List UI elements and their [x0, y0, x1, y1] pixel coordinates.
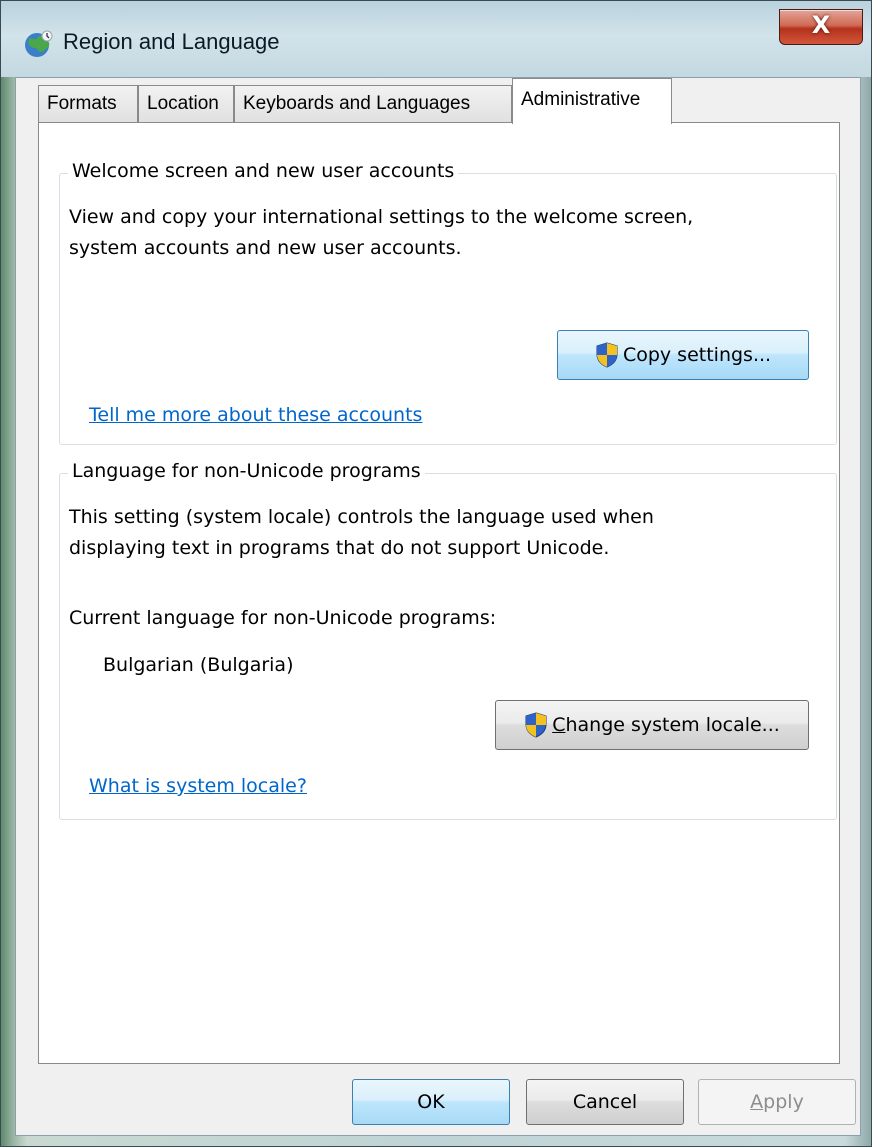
administrative-panel: Welcome screen and new user accounts Vie…: [38, 122, 840, 1064]
apply-text: pply: [763, 1091, 804, 1113]
title-bar[interactable]: Region and Language X: [1, 1, 871, 77]
tab-formats[interactable]: Formats: [38, 85, 138, 123]
tell-me-more-link[interactable]: Tell me more about these accounts: [89, 404, 422, 426]
tab-administrative-label: Administrative: [521, 89, 641, 110]
ok-label: OK: [417, 1091, 445, 1113]
what-is-system-locale-link[interactable]: What is system locale?: [89, 775, 307, 797]
locale-group: Language for non-Unicode programs This s…: [59, 460, 837, 820]
window-title: Region and Language: [63, 29, 280, 54]
copy-settings-button[interactable]: Copy settings...: [557, 330, 809, 380]
apply-button[interactable]: Apply: [698, 1079, 856, 1125]
close-button[interactable]: X: [779, 9, 863, 45]
change-system-locale-text: hange system locale...: [565, 714, 780, 736]
welcome-description-line1: View and copy your international setting…: [69, 206, 694, 228]
locale-group-legend: Language for non-Unicode programs: [68, 460, 425, 482]
apply-label: Apply: [750, 1091, 804, 1113]
globe-icon: [25, 30, 53, 57]
locale-description-line1: This setting (system locale) controls th…: [69, 506, 654, 528]
apply-mnemonic: A: [750, 1091, 764, 1113]
current-locale-value: Bulgarian (Bulgaria): [103, 654, 294, 676]
current-locale-label: Current language for non-Unicode program…: [69, 607, 497, 629]
cancel-button[interactable]: Cancel: [526, 1079, 684, 1125]
cancel-label: Cancel: [572, 1091, 638, 1113]
change-system-locale-button[interactable]: Change system locale...: [495, 700, 809, 750]
window-frame: Region and Language X Formats Location K…: [0, 0, 872, 1147]
locale-description-line2: displaying text in programs that do not …: [69, 537, 610, 559]
tab-keyboards-label: Keyboards and Languages: [243, 93, 471, 114]
ok-button[interactable]: OK: [352, 1079, 510, 1125]
uac-shield-icon: [596, 342, 618, 368]
welcome-group: Welcome screen and new user accounts Vie…: [59, 160, 837, 445]
tab-formats-label: Formats: [47, 93, 117, 114]
welcome-description: View and copy your international setting…: [69, 202, 819, 264]
tab-location[interactable]: Location: [138, 85, 234, 123]
uac-shield-icon: [525, 712, 547, 738]
close-icon: X: [811, 11, 831, 39]
copy-settings-label: Copy settings...: [622, 344, 772, 366]
dialog-client-area: Formats Location Keyboards and Languages…: [15, 77, 861, 1136]
change-system-locale-label: Change system locale...: [552, 714, 780, 736]
change-system-locale-mnemonic: C: [552, 714, 566, 736]
locale-description: This setting (system locale) controls th…: [69, 502, 819, 564]
welcome-description-line2: system accounts and new user accounts.: [69, 237, 462, 259]
tab-location-label: Location: [147, 93, 219, 114]
tab-keyboards-and-languages[interactable]: Keyboards and Languages: [234, 85, 512, 123]
tab-administrative[interactable]: Administrative: [512, 78, 672, 124]
welcome-group-legend: Welcome screen and new user accounts: [68, 160, 459, 182]
